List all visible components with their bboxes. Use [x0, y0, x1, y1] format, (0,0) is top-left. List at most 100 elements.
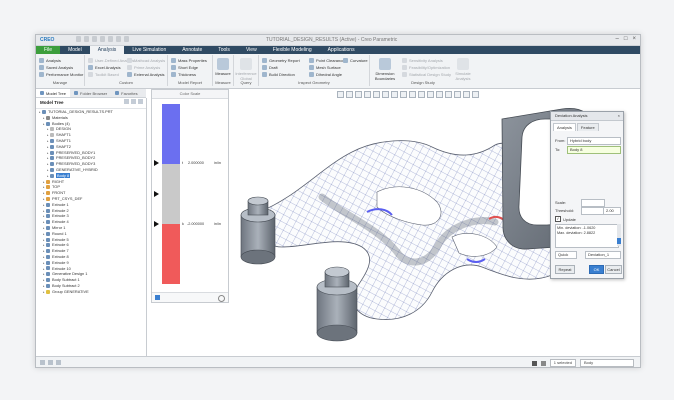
point-clearance-button[interactable]: Point Clearance: [309, 58, 344, 63]
open-icon[interactable]: [84, 36, 89, 42]
ok-button[interactable]: OK: [589, 265, 604, 274]
toggle-navigator-icon[interactable]: [40, 360, 45, 365]
new-icon[interactable]: [76, 36, 81, 42]
scale-marker-middle[interactable]: [154, 191, 159, 197]
dihedral-angle-button[interactable]: Dihedral Angle: [309, 72, 342, 77]
status-sketcher-icon[interactable]: [540, 360, 546, 366]
dialog-tabs: Analysis Feature: [551, 121, 623, 131]
regenerate-icon[interactable]: [116, 36, 121, 42]
toolkit-based-button[interactable]: Toolkit Based: [88, 72, 119, 77]
curvature-button[interactable]: Curvature: [343, 58, 368, 63]
short-edge-button[interactable]: Short Edge: [171, 65, 198, 70]
tab-analysis[interactable]: Analysis: [89, 46, 125, 54]
minimize-icon[interactable]: –: [616, 36, 619, 42]
sensitivity-analysis-button[interactable]: Sensitivity Analysis: [402, 58, 443, 63]
group-label-model-report[interactable]: Model Report: [168, 80, 212, 85]
boss-bottom-top: [324, 266, 350, 278]
tab-view[interactable]: View: [238, 46, 265, 54]
scale-field[interactable]: [581, 199, 605, 207]
scale-expand-icon[interactable]: [218, 295, 225, 302]
undo-icon[interactable]: [100, 36, 105, 42]
tab-file[interactable]: File: [36, 46, 61, 54]
analysis-name-field[interactable]: Deviation_1: [585, 251, 621, 259]
selection-filter[interactable]: Body: [580, 359, 634, 367]
redo-icon[interactable]: [108, 36, 113, 42]
statistical-design-study-button[interactable]: Statistical Design Study: [402, 72, 451, 77]
tree-item-icon: [50, 173, 54, 178]
tab-flexible-modeling[interactable]: Flexible Modeling: [265, 46, 320, 54]
group-label-measure[interactable]: Measure: [213, 80, 233, 85]
update-checkbox[interactable]: ✓: [555, 216, 561, 222]
group-label-manage[interactable]: Manage: [36, 80, 84, 85]
tree-item-icon: [46, 283, 50, 288]
from-label: From:: [555, 138, 566, 143]
excel-analysis-button[interactable]: Excel Analysis: [88, 65, 121, 70]
tab-analysis-dialog[interactable]: Analysis: [553, 123, 576, 131]
mass-properties-button[interactable]: Mass Properties: [171, 58, 207, 63]
graphics-area[interactable]: Color Scale t 2.000000 in/in k -2.000000…: [147, 89, 640, 356]
save-icon[interactable]: [92, 36, 97, 42]
maximize-icon[interactable]: □: [624, 36, 628, 42]
scale-marker-top[interactable]: [154, 160, 159, 166]
mesh-surface-icon: [309, 65, 314, 70]
full-screen-icon[interactable]: [56, 360, 61, 365]
thickness-button[interactable]: Thickness: [171, 72, 196, 77]
results-box: Min. deviation: -1.0620 Max. deviation: …: [555, 224, 619, 248]
from-field[interactable]: Hybrid body: [567, 137, 621, 145]
tree-filter-icon[interactable]: [131, 99, 136, 104]
threshold-field[interactable]: 2.00: [603, 207, 621, 215]
status-run-icon[interactable]: [531, 360, 537, 366]
tab-model-tree[interactable]: Model Tree: [36, 89, 71, 97]
measure-button[interactable]: Measure: [212, 58, 234, 76]
model-tree-panel: Model Tree ▸ TUTORIAL_DESIGN_RESULTS.PRT ▸…: [36, 98, 147, 356]
tab-live-simulation[interactable]: Live Simulation: [124, 46, 174, 54]
repeat-button[interactable]: Repeat: [555, 265, 575, 274]
tree-item-label: FRONT: [52, 190, 66, 196]
feasibility-optimization-button[interactable]: Feasibility/Optimization: [402, 65, 450, 70]
dialog-close-icon[interactable]: ×: [618, 112, 620, 120]
tree-columns-icon[interactable]: [138, 99, 143, 104]
threshold-slider[interactable]: [581, 207, 605, 215]
quick-select[interactable]: Quick: [555, 251, 577, 259]
toolkit-icon: [88, 72, 93, 77]
tab-tools[interactable]: Tools: [210, 46, 238, 54]
cancel-button[interactable]: Cancel: [605, 265, 622, 274]
geometry-report-button[interactable]: Geometry Report: [262, 58, 300, 63]
tree-item-label: Extrude 9: [52, 259, 69, 265]
tab-applications[interactable]: Applications: [320, 46, 363, 54]
close-icon[interactable]: ×: [632, 36, 636, 42]
tree-item-label: DESIGN: [56, 126, 71, 132]
tree-settings-icon[interactable]: [124, 99, 129, 104]
prime-analysis-button[interactable]: Prime Analysis: [127, 65, 160, 70]
saved-analysis-button[interactable]: Saved Analysis: [39, 65, 73, 70]
tree-item-label: Extrude 7: [52, 248, 69, 254]
tab-favorites[interactable]: Favorites: [111, 89, 141, 97]
shaft-left-bottom: [240, 249, 276, 265]
build-direction-button[interactable]: Build Direction: [262, 72, 295, 77]
tree-item-icon: [50, 127, 54, 132]
to-field[interactable]: Body 8: [567, 146, 621, 154]
interference-button[interactable]: Interference Global: [235, 58, 257, 81]
close-window-icon[interactable]: [124, 36, 129, 42]
tab-feature-dialog[interactable]: Feature: [576, 123, 599, 131]
tree-item[interactable]: ▸ Group GENERATIVE: [36, 289, 146, 295]
performance-monitor-button[interactable]: Performance Monitor: [39, 72, 83, 77]
group-label-inspect-geometry[interactable]: Inspect Geometry: [259, 80, 369, 85]
analysis-button[interactable]: Analysis: [39, 58, 61, 63]
draft-button[interactable]: Draft: [262, 65, 278, 70]
simulate-analysis-button[interactable]: Simulate Analysis: [452, 58, 474, 81]
update-checkbox-row[interactable]: ✓ Update: [555, 216, 576, 222]
mesh-surface-button[interactable]: Mesh Surface: [309, 65, 341, 70]
tab-folder-browser[interactable]: Folder Browser: [70, 89, 111, 97]
tab-model[interactable]: Model: [60, 46, 90, 54]
toggle-browser-icon[interactable]: [48, 360, 53, 365]
dihedral-angle-icon: [309, 72, 314, 77]
draft-icon: [262, 65, 267, 70]
scale-marker-bottom[interactable]: [154, 221, 159, 227]
mathcad-analysis-button[interactable]: Mathcad Analysis: [127, 58, 165, 63]
external-analysis-button[interactable]: External Analysis: [127, 72, 164, 77]
results-scrollbar[interactable]: [617, 224, 621, 246]
tab-annotate[interactable]: Annotate: [174, 46, 210, 54]
dimension-boundaries-button[interactable]: Dimension Boundaries: [372, 58, 398, 81]
scale-settings-icon[interactable]: [155, 295, 160, 300]
